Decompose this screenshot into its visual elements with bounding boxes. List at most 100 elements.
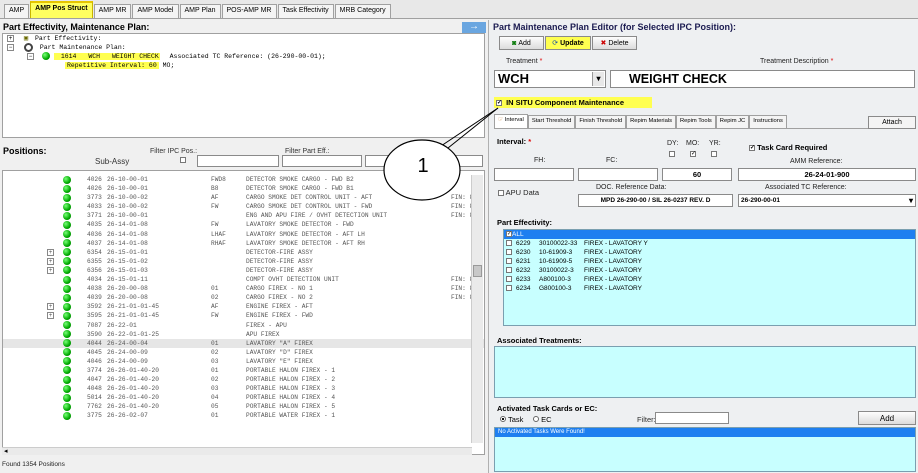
fc-input[interactable]	[578, 168, 658, 181]
chevron-down-icon[interactable]: ▾	[592, 72, 604, 86]
part-effectivity-list[interactable]: ✓ALL 6229 30100022-33 FIREX - LAVATORY Y 62…	[503, 229, 916, 326]
activated-tasks-list[interactable]: No Activated Tasks Were Found!	[494, 427, 916, 472]
subtab-repim-materials[interactable]: Repim Materials	[626, 115, 676, 128]
collapse-toggle-icon[interactable]: −	[7, 44, 14, 51]
update-button[interactable]: ⟳ Update	[545, 36, 591, 50]
collapse-arrow-icon[interactable]: →	[462, 22, 486, 33]
attach-button[interactable]: Attach	[868, 116, 916, 129]
table-row[interactable]: 4048 26-26-01-40-20 03 PORTABLE HALON FIREX…	[3, 384, 484, 393]
subtab-finish-threshold[interactable]: Finish Threshold	[575, 115, 627, 128]
filter-ipc-input[interactable]	[197, 155, 279, 167]
subtab-instructions[interactable]: Instructions	[749, 115, 787, 128]
table-row[interactable]: 4039 26-20-00-08 02 CARGO FIREX - NO 2 FIN: …	[3, 293, 484, 302]
task-radio[interactable]: Task	[500, 415, 523, 424]
tab-mrb-category[interactable]: MRB Category	[334, 4, 391, 18]
checkbox[interactable]	[506, 285, 512, 292]
table-row[interactable]: 4038 26-20-00-08 01 CARGO FIREX - NO 1 FIN: …	[3, 284, 484, 293]
subtab-repim-tools[interactable]: Repim Tools	[676, 115, 716, 128]
subtab-repim-jc[interactable]: Repim JC	[715, 115, 750, 128]
checkbox[interactable]	[506, 267, 512, 274]
table-row[interactable]: +3595 26-21-01-01-45 FW ENGINE FIREX - FWD	[3, 311, 484, 320]
sub-assy-checkbox[interactable]	[180, 157, 186, 163]
table-row[interactable]: 3774 26-26-01-40-20 01 PORTABLE HALON FIREX…	[3, 366, 484, 375]
table-row[interactable]: 4046 26-24-00-09 03 LAVATORY "E" FIREX	[3, 357, 484, 366]
part-effectivity-row[interactable]: 6233 A800100-3 FIREX - LAVATORY	[504, 275, 915, 284]
task-card-checkbox[interactable]: ✓	[749, 145, 755, 152]
table-row[interactable]: +6354 26-15-01-01 DETECTOR-FIRE ASSY	[3, 248, 484, 257]
table-row[interactable]: 3590 26-22-01-01-25 APU FIREX	[3, 330, 484, 339]
pos-id-cell: 4039	[87, 294, 102, 302]
collapse-toggle-icon[interactable]: −	[27, 52, 34, 60]
expand-toggle-icon[interactable]: +	[7, 34, 14, 42]
assoc-tc-select[interactable]: 26-290-00-01 ▾	[738, 194, 916, 207]
expand-toggle-icon[interactable]: +	[47, 303, 54, 311]
task-card-required[interactable]: ✓ Task Card Required	[749, 143, 827, 152]
add-button[interactable]: ◙ Add	[499, 36, 544, 50]
tree-node-task[interactable]: − 1614 WCH WEIGHT CHECK Associated TC Re…	[3, 52, 484, 61]
part-effectivity-row[interactable]: 6232 30100022-3 FIREX - LAVATORY	[504, 266, 915, 275]
vertical-scrollbar[interactable]	[471, 175, 483, 443]
horizontal-scrollbar[interactable]: ◂	[2, 447, 472, 455]
part-effectivity-row[interactable]: 6234 G800100-3 FIREX - LAVATORY	[504, 284, 915, 293]
sub-cell: 02	[211, 348, 219, 356]
tree-node-part-effectivity[interactable]: + ▣ Part Effectivity:	[3, 34, 484, 43]
tab-pos-amp-mr[interactable]: POS-AMP MR	[221, 4, 277, 18]
tree-node-maintenance-plan[interactable]: − Part Maintenance Plan:	[3, 43, 484, 52]
table-row[interactable]: 7087 26-22-01 FIREX - APU	[3, 321, 484, 330]
table-row[interactable]: 3775 26-26-02-07 01 PORTABLE WATER FIREX - …	[3, 411, 484, 420]
treatment-description-field[interactable]: WEIGHT CHECK	[610, 70, 915, 88]
delete-button[interactable]: ✖ Delete	[592, 36, 637, 50]
table-row[interactable]: +6356 26-15-01-03 DETECTOR-FIRE ASSY	[3, 266, 484, 275]
filter-part-input[interactable]	[282, 155, 362, 167]
treatment-select[interactable]: WCH ▾	[494, 70, 606, 88]
table-row[interactable]: 4037 26-14-01-08 RHAF LAVATORY SMOKE DETECT…	[3, 239, 484, 248]
expand-toggle-icon[interactable]: +	[47, 248, 54, 256]
tree-node-interval[interactable]: Repetitive Interval: 60 MO;	[3, 61, 484, 70]
tab-amp[interactable]: AMP	[4, 4, 30, 18]
table-row[interactable]: 4044 26-24-00-04 01 LAVATORY "A" FIREX	[3, 338, 484, 348]
tab-amp-plan[interactable]: AMP Plan	[179, 4, 221, 18]
part-effectivity-row[interactable]: 6231 10-61909-5 FIREX - LAVATORY	[504, 257, 915, 266]
part-effectivity-all-row[interactable]: ✓ALL	[504, 230, 915, 239]
tab-amp-pos-struct[interactable]: AMP Pos Struct	[30, 1, 93, 18]
table-row[interactable]: 4035 26-14-01-08 FW LAVATORY SMOKE DETECTOR…	[3, 220, 484, 229]
mo-checkbox[interactable]: ✓	[690, 151, 696, 157]
tab-amp-mr[interactable]: AMP MR	[93, 4, 132, 18]
radio-icon[interactable]	[533, 416, 539, 422]
table-row[interactable]: 4034 26-15-01-11 COMPT OVHT DETECTION UNIT…	[3, 275, 484, 284]
ec-radio[interactable]: EC	[533, 415, 552, 424]
tab-amp-model[interactable]: AMP Model	[132, 4, 179, 18]
part-effectivity-row[interactable]: 6229 30100022-33 FIREX - LAVATORY Y	[504, 239, 915, 248]
table-row[interactable]: 5014 26-26-01-40-20 04 PORTABLE HALON FIREX…	[3, 393, 484, 402]
table-row[interactable]: +6355 26-15-01-02 DETECTOR-FIRE ASSY	[3, 257, 484, 266]
scroll-left-icon[interactable]: ◂	[4, 448, 8, 455]
associated-treatments-list[interactable]	[494, 346, 916, 398]
doc-reference-input[interactable]: MPD 26-290-00 / SIL 26-0237 REV. D	[578, 194, 733, 207]
table-row[interactable]: 4036 26-14-01-08 LHAF LAVATORY SMOKE DETECT…	[3, 230, 484, 239]
scrollbar-thumb[interactable]	[473, 265, 482, 277]
checkbox[interactable]	[506, 258, 512, 265]
radio-selected-icon[interactable]	[500, 416, 506, 422]
checkbox[interactable]	[506, 276, 512, 283]
yr-checkbox[interactable]	[711, 151, 717, 157]
add-task-button[interactable]: Add	[858, 411, 916, 425]
table-row[interactable]: 4047 26-26-01-40-20 02 PORTABLE HALON FIREX…	[3, 375, 484, 384]
checkbox[interactable]	[506, 240, 512, 247]
positions-grid[interactable]: 4026 26-10-00-01 FWD8 DETECTOR SMOKE CARGO …	[2, 170, 485, 455]
table-row[interactable]: +3592 26-21-01-01-45 AF ENGINE FIREX - AFT	[3, 302, 484, 311]
amm-reference-input[interactable]: 26-24-01-900	[738, 168, 916, 181]
table-row[interactable]: 7762 26-26-01-40-20 05 PORTABLE HALON FIREX…	[3, 402, 484, 411]
expand-toggle-icon[interactable]: +	[47, 266, 54, 274]
subtab-start-threshold[interactable]: Start Threshold	[527, 115, 576, 128]
expand-toggle-icon[interactable]: +	[47, 257, 54, 265]
dy-checkbox[interactable]	[669, 151, 675, 157]
checkbox[interactable]	[506, 249, 512, 256]
chevron-down-icon[interactable]: ▾	[909, 195, 913, 206]
filter-input[interactable]	[655, 412, 729, 424]
table-row[interactable]: 3771 26-10-00-01 ENG AND APU FIRE / OVHT D…	[3, 211, 484, 220]
interval-value-input[interactable]: 60	[662, 168, 732, 181]
tab-task-effectivity[interactable]: Task Effectivity	[277, 4, 334, 18]
part-effectivity-row[interactable]: 6230 10-61909-3 FIREX - LAVATORY	[504, 248, 915, 257]
expand-toggle-icon[interactable]: +	[47, 312, 54, 320]
table-row[interactable]: 4045 26-24-00-09 02 LAVATORY "D" FIREX	[3, 348, 484, 357]
